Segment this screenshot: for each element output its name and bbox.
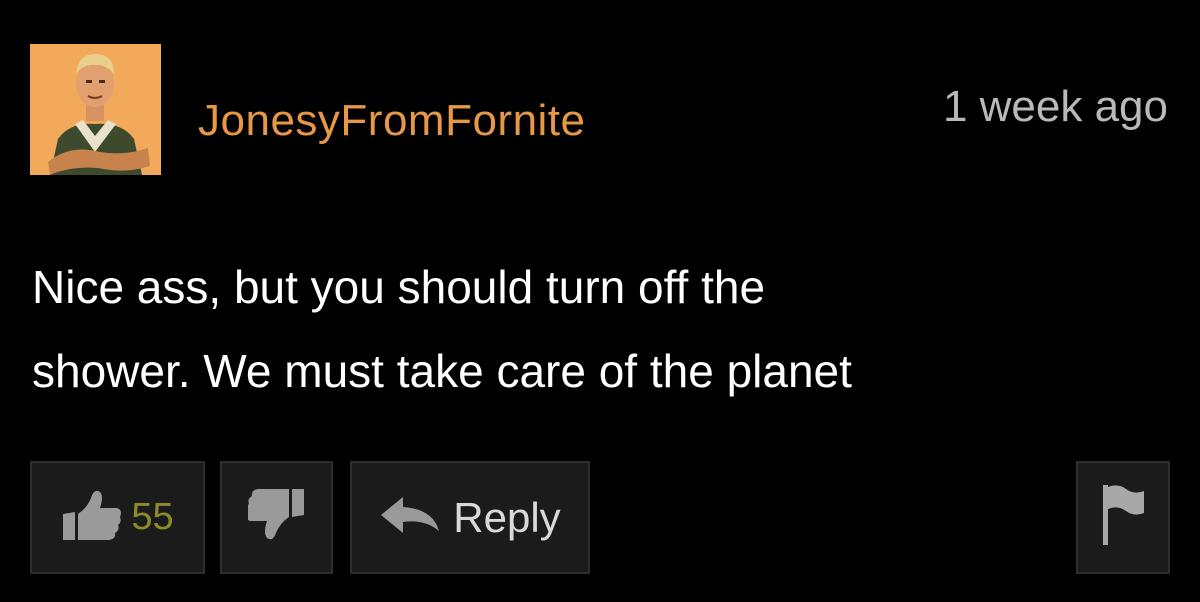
- reply-button[interactable]: Reply: [350, 461, 590, 574]
- reply-arrow-icon: [379, 495, 441, 540]
- avatar-image: [30, 44, 161, 175]
- comment-timestamp: 1 week ago: [942, 82, 1168, 131]
- dislike-button[interactable]: [220, 461, 333, 574]
- flag-icon: [1100, 483, 1146, 552]
- thumbs-up-icon: [61, 488, 123, 547]
- comment-card: JonesyFromFornite 1 week ago Nice ass, b…: [0, 0, 1200, 602]
- thumbs-down-icon: [245, 487, 306, 548]
- comment-body: Nice ass, but you should turn off the sh…: [32, 245, 1152, 413]
- comment-body-line: shower. We must take care of the planet: [32, 345, 852, 397]
- username-link[interactable]: JonesyFromFornite: [198, 96, 586, 146]
- like-count: 55: [131, 496, 174, 538]
- comment-body-line: Nice ass, but you should turn off the: [32, 261, 766, 313]
- reply-label: Reply: [453, 493, 561, 541]
- avatar[interactable]: [30, 44, 161, 175]
- like-button[interactable]: 55: [30, 461, 205, 574]
- flag-button[interactable]: [1076, 461, 1170, 574]
